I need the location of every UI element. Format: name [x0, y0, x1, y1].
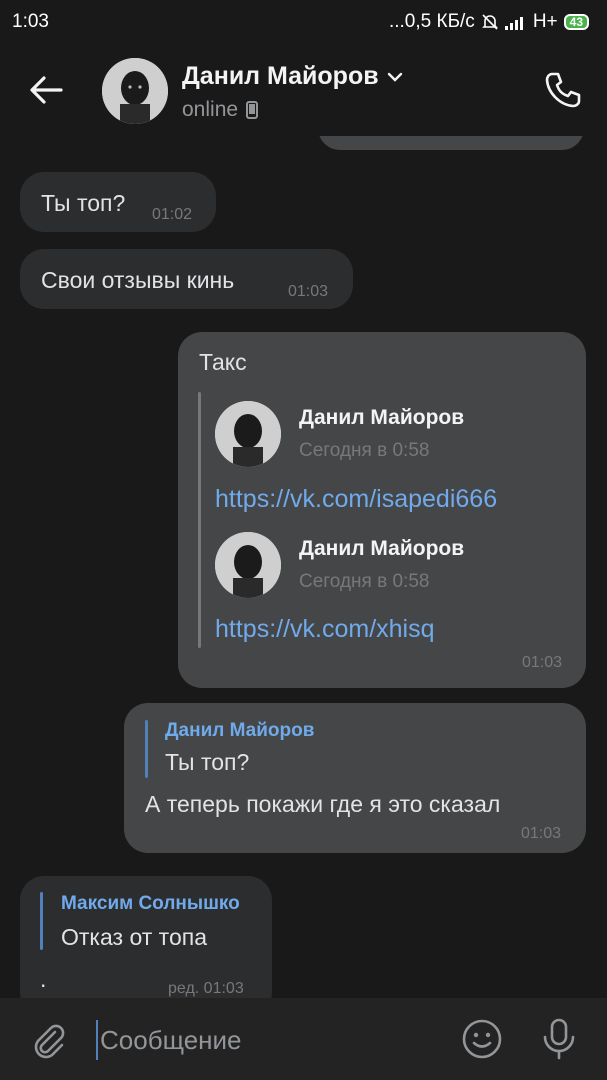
- contact-status: online: [182, 98, 259, 122]
- message-time: 01:03: [522, 654, 563, 671]
- message-time: 01:03: [521, 825, 562, 842]
- forward-bar: [198, 392, 201, 648]
- avatar[interactable]: [215, 532, 281, 598]
- chevron-down-icon: [387, 72, 402, 82]
- reply-bar: [145, 720, 148, 778]
- message-bubble-reply[interactable]: Максим Солнышко Отказ от топа . ред. 01:…: [20, 876, 272, 998]
- message-link[interactable]: https://vk.com/isapedi666: [215, 485, 497, 514]
- message-bubble-reply[interactable]: Данил Майоров Ты топ? А теперь покажи гд…: [124, 703, 586, 853]
- message-list[interactable]: Ты топ? 01:02 Свои отзывы кинь 01:03 Так…: [0, 136, 607, 998]
- message-bubble[interactable]: Ты топ? 01:02: [20, 172, 216, 232]
- chat-header: Данил Майоров online: [0, 44, 607, 136]
- status-indicators: ...0,5 КБ/с H+ 43: [389, 11, 589, 33]
- network-type: H+: [532, 11, 558, 32]
- message-text: Такс: [199, 349, 247, 375]
- forward-author[interactable]: Данил Майоров: [299, 406, 464, 430]
- emoji-button[interactable]: [460, 1017, 504, 1061]
- mute-bell-icon: [481, 14, 498, 30]
- message-bubble-partial: [318, 136, 584, 150]
- message-bubble-forwarded[interactable]: Такс Данил Майоров Сегодня в 0:58 https:…: [178, 332, 586, 688]
- voice-button[interactable]: [537, 1017, 581, 1061]
- status-text: online: [182, 98, 239, 121]
- back-button[interactable]: [24, 70, 68, 110]
- message-time: ред. 01:03: [168, 980, 244, 997]
- message-input-bar: [0, 998, 607, 1080]
- reply-author[interactable]: Максим Солнышко: [61, 893, 240, 915]
- forward-date: Сегодня в 0:58: [299, 440, 430, 461]
- message-text: Ты топ?: [41, 190, 126, 216]
- avatar[interactable]: [215, 401, 281, 467]
- reply-bar: [40, 892, 43, 950]
- phone-icon: [545, 72, 581, 108]
- mobile-icon: [246, 101, 259, 119]
- smile-icon: [462, 1019, 502, 1059]
- message-text: А теперь покажи где я это сказал: [145, 791, 501, 817]
- reply-text: Ты топ?: [165, 749, 250, 775]
- message-text: .: [40, 966, 47, 992]
- contact-name: Данил Майоров: [182, 62, 379, 90]
- message-bubble[interactable]: Свои отзывы кинь 01:03: [20, 249, 353, 309]
- message-time: 01:03: [288, 283, 329, 300]
- message-input[interactable]: [96, 1020, 436, 1060]
- forward-date: Сегодня в 0:58: [299, 571, 430, 592]
- reply-author[interactable]: Данил Майоров: [165, 720, 314, 742]
- back-arrow-icon: [30, 76, 63, 104]
- message-link[interactable]: https://vk.com/xhisq: [215, 615, 435, 644]
- message-text: Свои отзывы кинь: [41, 267, 235, 293]
- signal-icon: [504, 17, 523, 30]
- network-speed: ...0,5 КБ/с: [388, 11, 475, 32]
- call-button[interactable]: [543, 70, 583, 110]
- paperclip-icon: [34, 1024, 65, 1059]
- forward-author[interactable]: Данил Майоров: [299, 537, 464, 561]
- contact-name-button[interactable]: Данил Майоров: [182, 62, 403, 91]
- attach-button[interactable]: [26, 1018, 70, 1062]
- message-time: 01:02: [152, 206, 193, 223]
- reply-text: Отказ от топа: [61, 924, 207, 950]
- battery-icon: 43: [563, 14, 589, 30]
- status-bar: 1:03 ...0,5 КБ/с H+ 43: [0, 0, 607, 44]
- status-time: 1:03: [12, 11, 49, 32]
- avatar[interactable]: [102, 58, 168, 124]
- microphone-icon: [543, 1018, 575, 1060]
